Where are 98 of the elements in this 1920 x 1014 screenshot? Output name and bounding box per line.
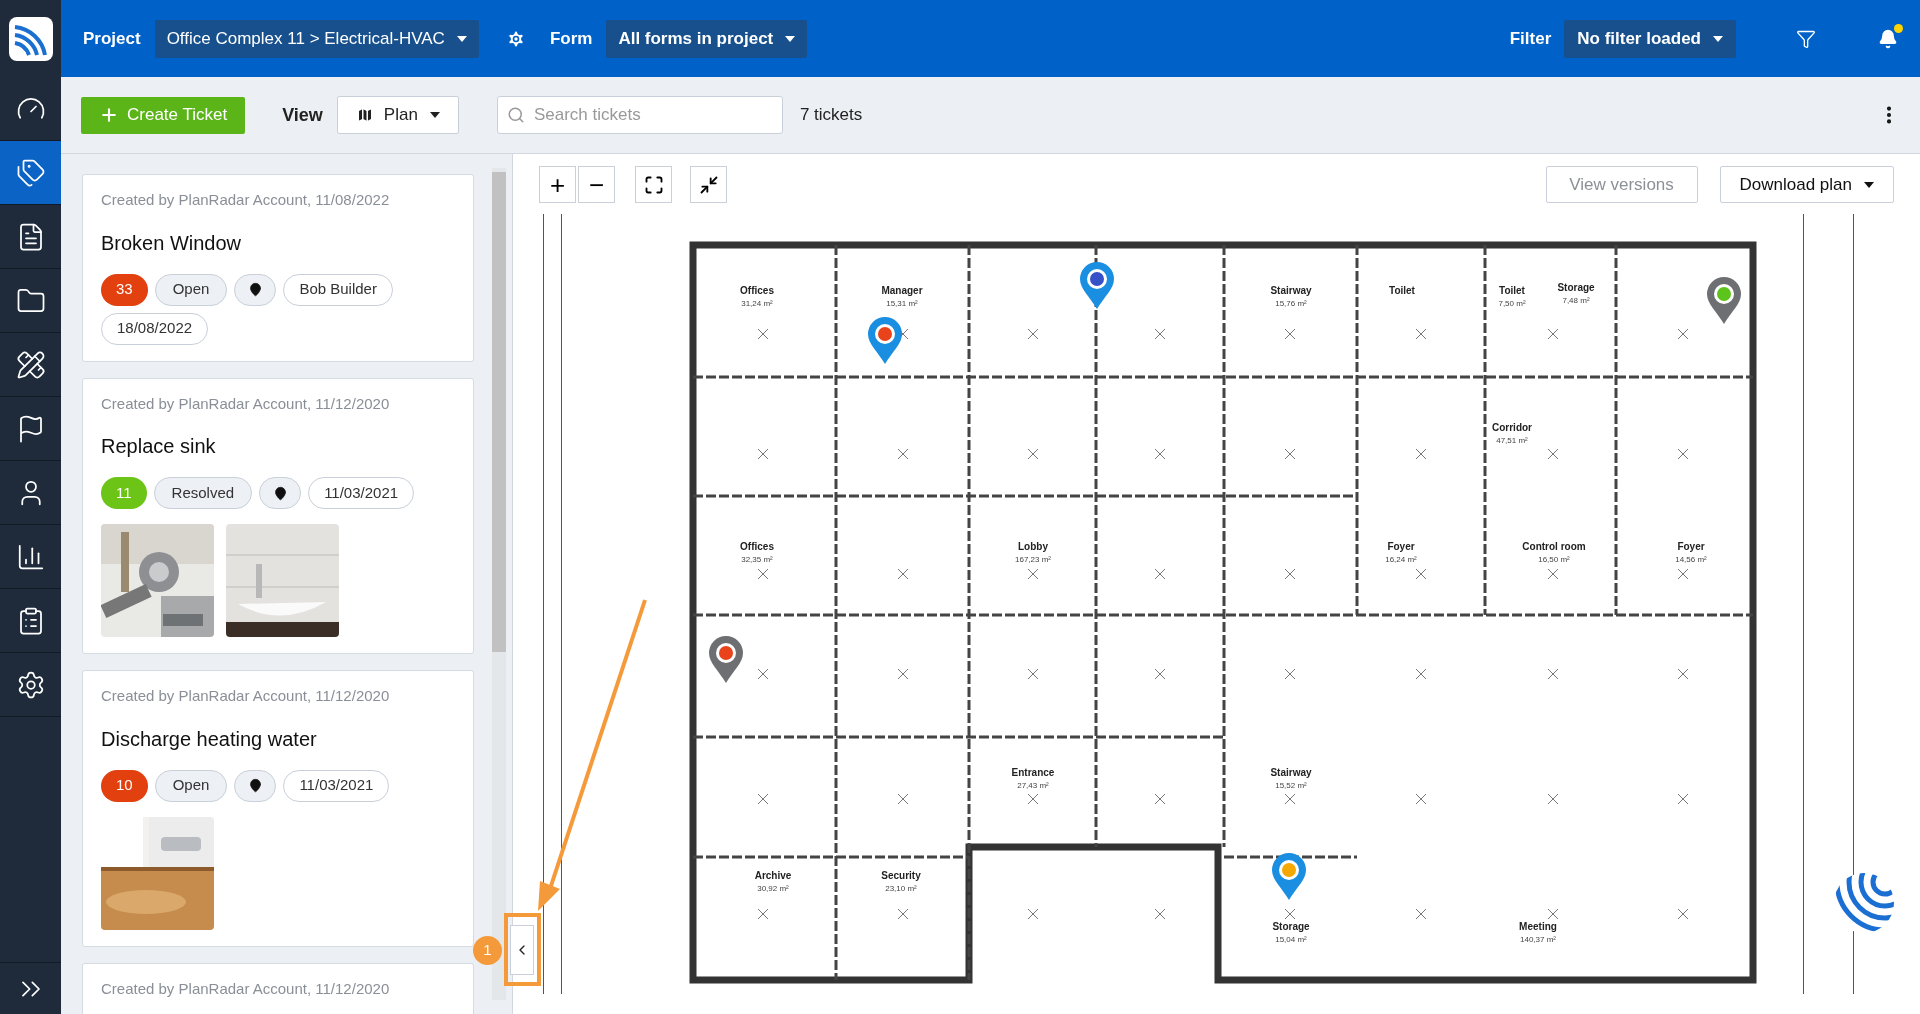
ticket-title: Broken Window (101, 230, 243, 256)
zoom-out-button[interactable]: − (578, 166, 615, 203)
room-area: 31,24 m² (741, 299, 773, 308)
ticket-card[interactable]: Created by PlanRadar Account, 11/12/2020 Discharge heating water 10 Open 11/03/2021 (82, 670, 474, 947)
location-pin-icon (272, 485, 288, 501)
room-area: 30,92 m² (757, 884, 789, 893)
ticket-card[interactable]: Created by PlanRadar Account, 11/12/2020 Replace sink 11 Resolved 11/03/2021 (82, 377, 474, 654)
location-chip[interactable] (234, 273, 277, 306)
room-area: 140,37 m² (1520, 935, 1556, 944)
ticket-number: 10 (101, 769, 148, 802)
room-name: Foyer (1677, 541, 1705, 552)
tags-icon (15, 157, 46, 188)
room-name: Archive (754, 870, 792, 881)
fullscreen-icon (643, 174, 664, 195)
status-chip: Open (154, 273, 228, 306)
info-chip: 18/08/2022 (101, 312, 209, 345)
scrollbar[interactable] (492, 168, 506, 1000)
room-name: Storage (1557, 282, 1595, 293)
caret-icon (1864, 181, 1874, 188)
map-pin-icon[interactable] (1080, 262, 1114, 309)
view-label: View (282, 103, 323, 127)
room-name: Toilet (1389, 285, 1415, 296)
ticket-title: Discharge heating water (101, 726, 318, 752)
ticket-created: Created by PlanRadar Account, 11/12/2020 (101, 978, 391, 999)
ticket-count: 7 tickets (799, 104, 863, 127)
form-dropdown[interactable]: All forms in project (606, 19, 808, 58)
search-field[interactable]: Search tickets (496, 96, 783, 134)
map-pin-icon[interactable] (1272, 853, 1306, 900)
map-pin-icon[interactable] (1707, 277, 1741, 324)
room-name: Offices (740, 541, 774, 552)
status-chip: Open (154, 769, 228, 802)
project-dropdown[interactable]: Office Complex 11 > Electrical-HVAC (154, 19, 479, 58)
room-area: 15,76 m² (1275, 299, 1307, 308)
location-pin-icon (247, 778, 263, 793)
room-name: Stairway (1270, 285, 1312, 296)
ticket-created: Created by PlanRadar Account, 11/08/2022 (101, 190, 391, 210)
ticket-card[interactable]: Created by PlanRadar Account, 11/08/2022 Broken Window 33 Open Bob Builder 18/08/2022 (82, 174, 474, 362)
status-chip: Resolved (153, 477, 253, 509)
room-name: Meeting (1519, 921, 1557, 932)
location-chip[interactable] (234, 769, 277, 802)
room-area: 15,52 m² (1275, 781, 1307, 790)
room-area: 15,04 m² (1275, 935, 1307, 944)
map-pin-icon[interactable] (868, 317, 902, 364)
plus-icon (99, 105, 119, 125)
fullscreen-button[interactable] (635, 166, 672, 203)
location-pin-icon (247, 282, 263, 297)
room-name: Entrance (1011, 767, 1055, 778)
room-area: 16,24 m² (1385, 555, 1417, 564)
room-name: Foyer (1387, 541, 1415, 552)
room-area: 23,10 m² (885, 884, 917, 893)
info-chip: 11/03/2021 (308, 477, 415, 509)
room-name: Offices (740, 285, 774, 296)
room-name: Manager (881, 285, 923, 296)
room-area: 27,43 m² (1017, 781, 1049, 790)
room-name: Security (881, 870, 921, 881)
ticket-number: 33 (101, 273, 148, 306)
caret-icon (456, 35, 467, 42)
room-area: 7,48 m² (1562, 296, 1590, 305)
shrink-icon (698, 174, 719, 195)
room-name: Stairway (1270, 767, 1312, 778)
room-area: 16,50 m² (1538, 555, 1570, 564)
notification-bell-icon[interactable] (1878, 28, 1898, 49)
view-dropdown[interactable]: Plan (336, 96, 459, 134)
ticket-created: Created by PlanRadar Account, 11/12/2020 (101, 393, 391, 414)
room-area: 7,50 m² (1498, 299, 1526, 308)
filter-label: Filter (1509, 27, 1552, 50)
globe-logo-icon (1833, 872, 1895, 934)
search-icon (506, 106, 525, 124)
map-icon (355, 106, 374, 124)
location-chip[interactable] (259, 477, 302, 509)
ticket-created: Created by PlanRadar Account, 11/12/2020 (101, 686, 391, 706)
ticket-number: 11 (101, 477, 147, 509)
map-pin-icon[interactable] (709, 636, 743, 683)
room-name: Lobby (1018, 541, 1048, 552)
ticket-title: Replace sink (101, 434, 217, 459)
caret-icon (785, 35, 796, 42)
room-area: 167,23 m² (1015, 555, 1051, 564)
filter-dropdown[interactable]: No filter loaded (1564, 19, 1736, 58)
caret-icon (429, 112, 440, 118)
info-chip: Bob Builder (283, 273, 393, 306)
room-area: 14,56 m² (1675, 555, 1707, 564)
ruler-icon (15, 349, 46, 380)
caret-icon (1713, 35, 1723, 42)
logo-icon (8, 16, 53, 61)
room-area: 15,31 m² (886, 299, 918, 308)
fit-button[interactable] (690, 166, 727, 203)
form-label: Form (549, 27, 593, 50)
room-area: 32,35 m² (741, 555, 773, 564)
room-name: Control room (1522, 541, 1586, 552)
filter-icon[interactable] (1796, 28, 1816, 49)
room-name: Corridor (1492, 422, 1532, 433)
info-chip: 11/03/2021 (283, 769, 390, 802)
download-plan-button[interactable]: Download plan (1719, 166, 1894, 203)
room-name: Storage (1272, 921, 1310, 932)
room-area: 47,51 m² (1496, 436, 1528, 445)
zoom-in-button[interactable]: + (539, 166, 576, 203)
room-name: Toilet (1499, 285, 1525, 296)
project-label: Project (83, 27, 141, 50)
